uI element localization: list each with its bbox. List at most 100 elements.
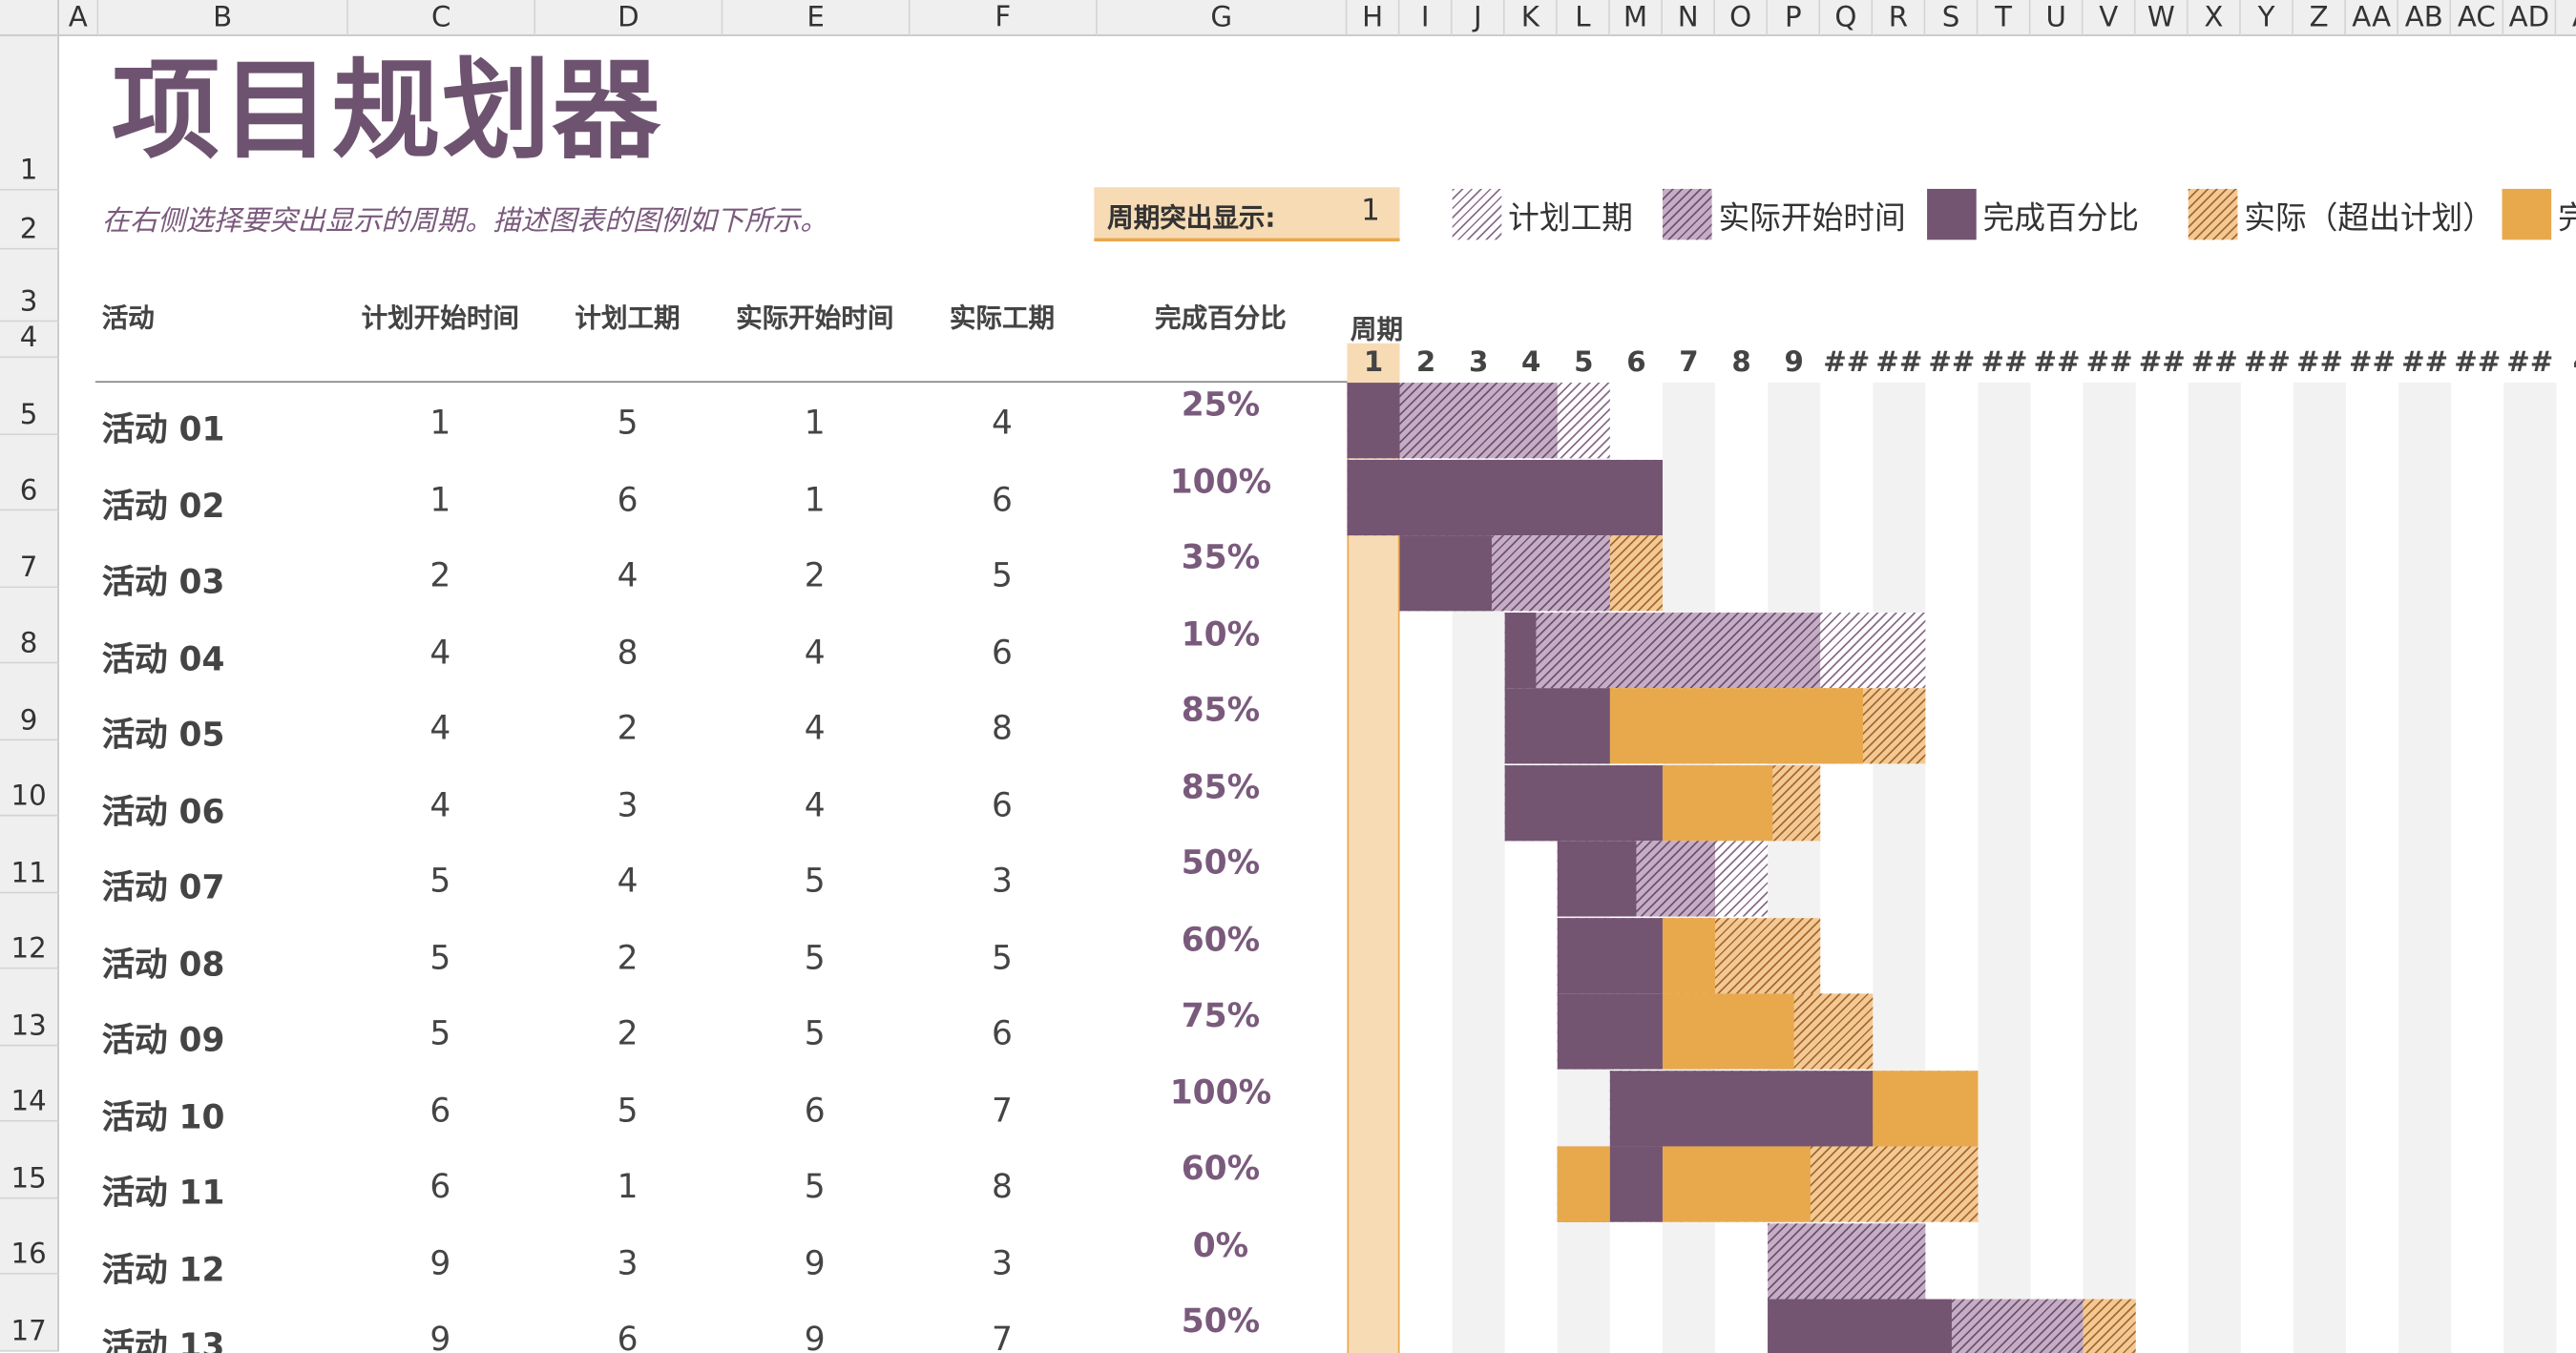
row-header[interactable]: 4 <box>0 322 59 359</box>
cell-plan-duration[interactable]: 4 <box>535 861 720 900</box>
cell-percent-complete[interactable]: 100% <box>1130 1072 1310 1111</box>
column-header[interactable]: D <box>535 0 723 36</box>
cell-plan-start[interactable]: 6 <box>348 1166 533 1205</box>
cell-plan-duration[interactable]: 8 <box>535 632 720 671</box>
cell-percent-complete[interactable]: 10% <box>1130 614 1310 653</box>
column-header[interactable]: M <box>1609 0 1663 36</box>
cell-actual-duration[interactable]: 8 <box>911 1166 1095 1205</box>
column-header[interactable]: C <box>347 0 536 36</box>
cell-percent-complete[interactable]: 85% <box>1130 690 1310 729</box>
cell-plan-duration[interactable]: 6 <box>535 479 720 518</box>
column-header[interactable]: P <box>1768 0 1821 36</box>
column-header[interactable]: R <box>1873 0 1926 36</box>
cell-plan-duration[interactable]: 1 <box>535 1166 720 1205</box>
cell-actual-duration[interactable]: 6 <box>911 1013 1095 1052</box>
column-header[interactable]: J <box>1452 0 1505 36</box>
column-header[interactable]: X <box>2188 0 2241 36</box>
period-highlight-value[interactable]: 1 <box>1361 194 1380 228</box>
cell-plan-start[interactable]: 9 <box>348 1242 533 1281</box>
row-header[interactable]: 6 <box>0 434 59 511</box>
cell-percent-complete[interactable]: 50% <box>1130 1301 1310 1340</box>
row-header[interactable]: 8 <box>0 587 59 664</box>
row-header[interactable]: 17 <box>0 1274 59 1351</box>
activity-name[interactable]: 活动 03 <box>102 555 225 603</box>
column-header[interactable]: I <box>1399 0 1453 36</box>
activity-name[interactable]: 活动 02 <box>102 479 225 527</box>
column-header[interactable]: AA <box>2346 0 2399 36</box>
activity-name[interactable]: 活动 12 <box>102 1242 225 1290</box>
cell-plan-start[interactable]: 1 <box>348 479 533 518</box>
row-header[interactable]: 7 <box>0 510 59 588</box>
column-header[interactable]: Z <box>2293 0 2347 36</box>
column-header[interactable]: V <box>2083 0 2136 36</box>
cell-actual-duration[interactable]: 7 <box>911 1090 1095 1129</box>
cell-percent-complete[interactable]: 100% <box>1130 461 1310 500</box>
period-highlight-control[interactable]: 周期突出显示: 1 <box>1094 187 1400 242</box>
cell-plan-start[interactable]: 5 <box>348 937 533 976</box>
row-header[interactable]: 15 <box>0 1121 59 1198</box>
row-header[interactable]: 10 <box>0 739 59 817</box>
row-header[interactable]: 2 <box>0 190 59 250</box>
cell-plan-duration[interactable]: 6 <box>535 1319 720 1353</box>
cell-plan-start[interactable]: 5 <box>348 861 533 900</box>
cell-actual-duration[interactable]: 4 <box>911 403 1095 442</box>
activity-name[interactable]: 活动 11 <box>102 1166 225 1214</box>
cell-plan-duration[interactable]: 4 <box>535 555 720 594</box>
cell-plan-start[interactable]: 4 <box>348 784 533 823</box>
column-header[interactable]: B <box>98 0 348 36</box>
cell-actual-start[interactable]: 5 <box>723 861 907 900</box>
cell-percent-complete[interactable]: 85% <box>1130 766 1310 805</box>
activity-name[interactable]: 活动 09 <box>102 1013 225 1061</box>
cell-plan-duration[interactable]: 5 <box>535 1090 720 1129</box>
cell-plan-start[interactable]: 5 <box>348 1013 533 1052</box>
cell-percent-complete[interactable]: 75% <box>1130 995 1310 1034</box>
cell-plan-start[interactable]: 1 <box>348 403 533 442</box>
cell-percent-complete[interactable]: 0% <box>1130 1224 1310 1263</box>
cell-plan-start[interactable]: 6 <box>348 1090 533 1129</box>
cell-actual-duration[interactable]: 6 <box>911 479 1095 518</box>
cell-actual-start[interactable]: 1 <box>723 479 907 518</box>
cell-actual-duration[interactable]: 7 <box>911 1319 1095 1353</box>
cell-plan-duration[interactable]: 3 <box>535 784 720 823</box>
column-header[interactable]: G <box>1097 0 1348 36</box>
cell-percent-complete[interactable]: 60% <box>1130 1148 1310 1187</box>
activity-name[interactable]: 活动 06 <box>102 784 225 832</box>
cell-plan-duration[interactable]: 5 <box>535 403 720 442</box>
cell-actual-start[interactable]: 6 <box>723 1090 907 1129</box>
row-header[interactable]: 11 <box>0 816 59 893</box>
cell-actual-start[interactable]: 4 <box>723 708 907 747</box>
cell-plan-start[interactable]: 4 <box>348 708 533 747</box>
cell-actual-start[interactable]: 5 <box>723 937 907 976</box>
cell-actual-duration[interactable]: 5 <box>911 555 1095 594</box>
column-header[interactable]: Y <box>2240 0 2293 36</box>
column-header[interactable]: AB <box>2398 0 2452 36</box>
activity-name[interactable]: 活动 04 <box>102 632 225 679</box>
cell-actual-start[interactable]: 9 <box>723 1319 907 1353</box>
row-header[interactable]: 9 <box>0 663 59 740</box>
column-header[interactable]: H <box>1347 0 1400 36</box>
column-header[interactable]: K <box>1504 0 1558 36</box>
cell-percent-complete[interactable]: 50% <box>1130 843 1310 882</box>
column-header[interactable]: N <box>1662 0 1716 36</box>
cell-actual-start[interactable]: 5 <box>723 1166 907 1205</box>
column-header[interactable]: AC <box>2451 0 2504 36</box>
cell-plan-start[interactable]: 2 <box>348 555 533 594</box>
column-header[interactable]: L <box>1557 0 1610 36</box>
row-header[interactable]: 5 <box>0 358 59 435</box>
cell-plan-duration[interactable]: 2 <box>535 708 720 747</box>
row-header[interactable]: 3 <box>0 249 59 323</box>
column-header[interactable]: AD <box>2503 0 2557 36</box>
cell-percent-complete[interactable]: 35% <box>1130 537 1310 576</box>
cell-actual-duration[interactable]: 3 <box>911 1242 1095 1281</box>
activity-name[interactable]: 活动 05 <box>102 708 225 756</box>
column-header[interactable]: S <box>1925 0 1979 36</box>
activity-name[interactable]: 活动 10 <box>102 1090 225 1137</box>
cell-plan-duration[interactable]: 2 <box>535 937 720 976</box>
activity-name[interactable]: 活动 13 <box>102 1319 225 1353</box>
column-header[interactable]: A <box>58 0 99 36</box>
cell-actual-start[interactable]: 5 <box>723 1013 907 1052</box>
cell-percent-complete[interactable]: 60% <box>1130 919 1310 958</box>
cell-plan-start[interactable]: 4 <box>348 632 533 671</box>
cell-actual-duration[interactable]: 8 <box>911 708 1095 747</box>
row-header[interactable]: 12 <box>0 892 59 969</box>
